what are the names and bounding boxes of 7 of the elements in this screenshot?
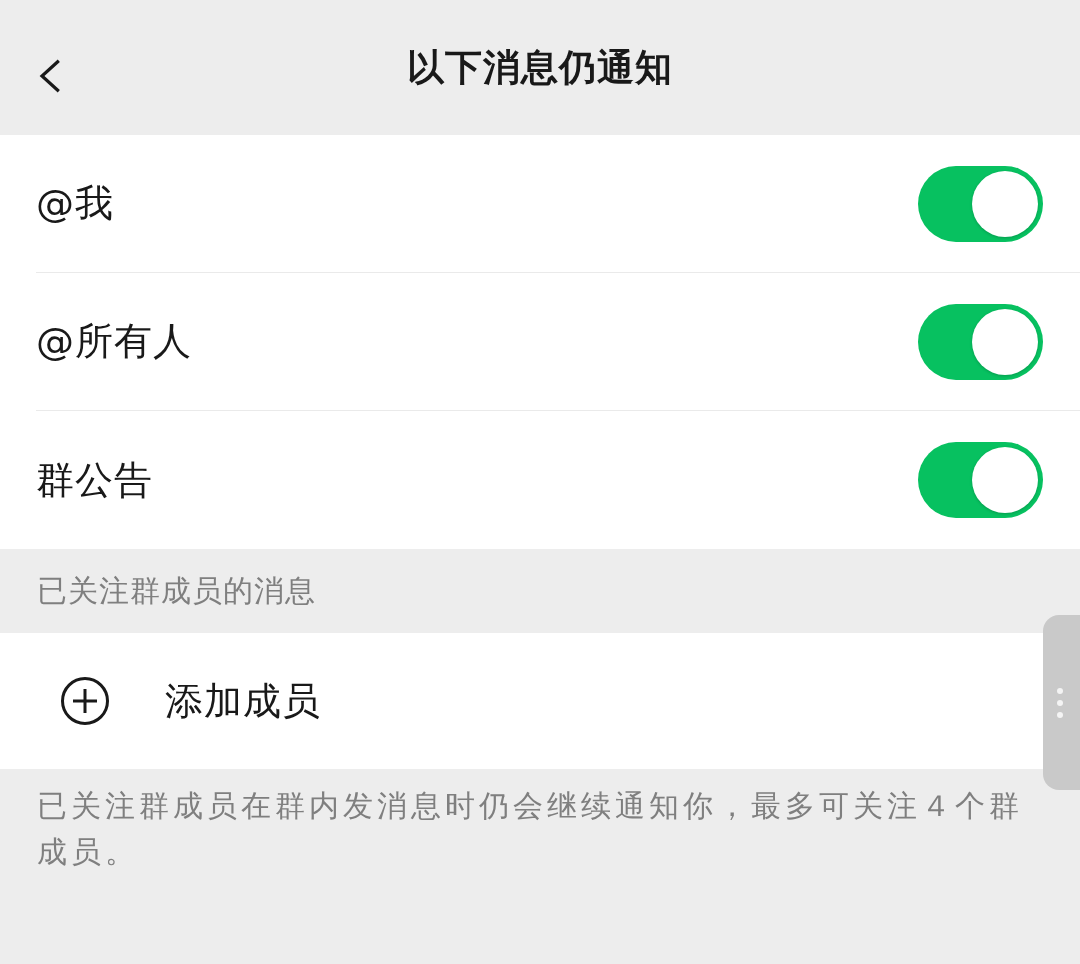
note-text: 已关注群成员在群内发消息时仍会继续通知你，最多可关注４个群成员。 xyxy=(36,787,1024,871)
section-title: 已关注群成员的消息 xyxy=(36,571,317,610)
setting-label: @我 xyxy=(36,180,114,227)
add-icon xyxy=(60,676,110,726)
setting-label: 群公告 xyxy=(36,456,153,504)
page-title: 以下消息仍通知 xyxy=(407,44,673,91)
setting-label: @所有人 xyxy=(36,318,192,365)
